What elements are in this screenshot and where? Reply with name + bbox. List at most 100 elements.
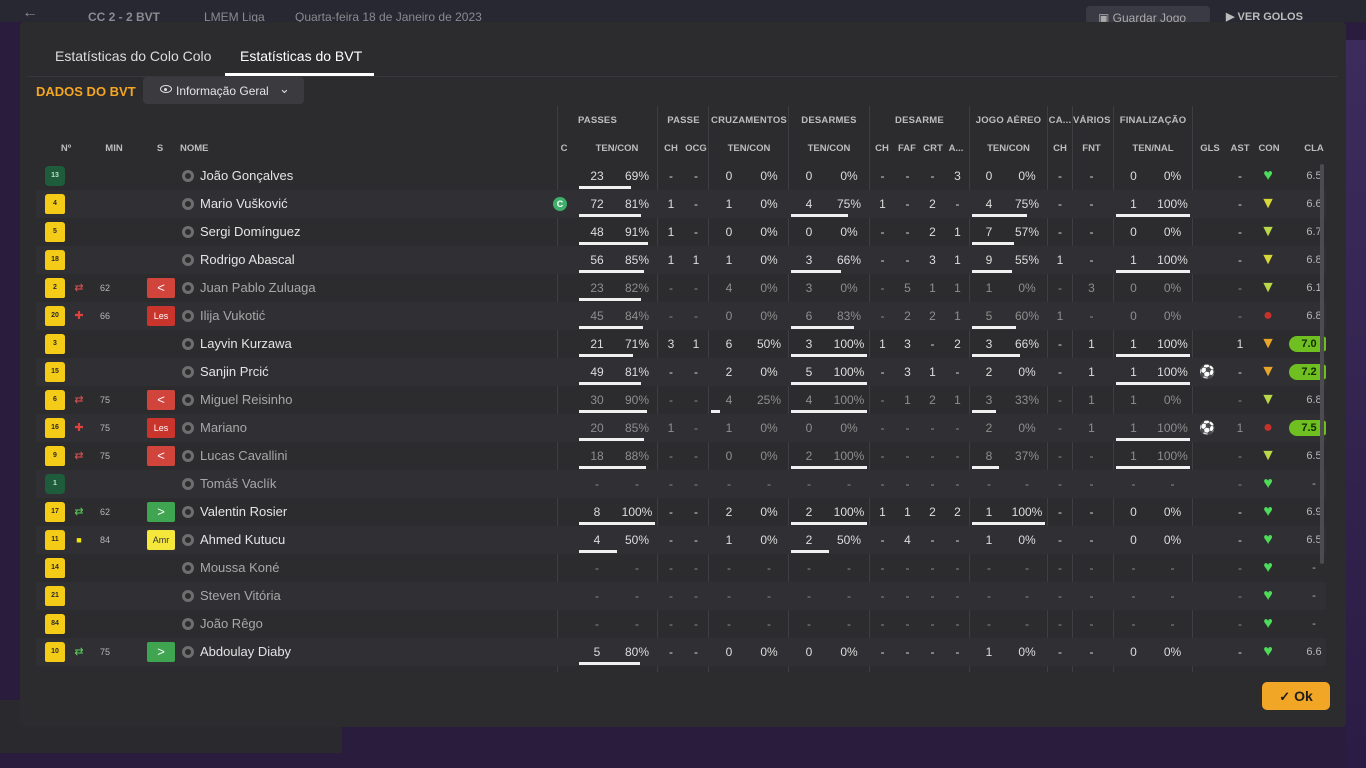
column-header[interactable]: CH	[658, 143, 684, 155]
table-row[interactable]: 4 Mario Vušković C 72 81% 1-1 0% 4 75% 1-2-4 75% - -…	[36, 190, 1326, 218]
column-header[interactable]: CLA	[1294, 143, 1326, 155]
player-name[interactable]: Sanjin Prcić	[200, 358, 540, 386]
column-header[interactable]: FNT	[1074, 143, 1109, 155]
stat-cell: 0	[725, 225, 733, 239]
player-profile-icon[interactable]	[182, 254, 194, 266]
table-row[interactable]: 13 João Gonçalves 23 69% - -0 0% 0 0% - - -3 0 0% - -0 0…	[36, 162, 1326, 190]
condition-icon: ▼	[1260, 251, 1276, 268]
player-profile-icon[interactable]	[182, 394, 194, 406]
player-name[interactable]: Abdoulay Diaby	[200, 638, 540, 666]
player-profile-icon[interactable]	[182, 478, 194, 490]
player-name[interactable]: Rodrigo Abascal	[200, 246, 540, 274]
table-row[interactable]: 3 Layvin Kurzawa 21 71% 3 1 6 50% 3 100% 1 3-2 3 66% -…	[36, 330, 1326, 358]
column-header[interactable]: CH	[1048, 143, 1072, 155]
player-profile-icon[interactable]	[182, 226, 194, 238]
stat-cell: 0%	[1018, 645, 1036, 659]
player-name[interactable]: Juan Pablo Zuluaga	[200, 274, 540, 302]
table-row[interactable]: 16 ✚ 75 Les Mariano 20 85% 1-1 0% 0 0% - - - -2 0% -1 1 10…	[36, 414, 1326, 442]
stat-cell: -	[955, 365, 960, 379]
stat-cell: -	[1058, 589, 1062, 603]
column-header[interactable]: NOME	[180, 143, 280, 155]
column-header[interactable]: CRT	[920, 143, 946, 155]
table-row[interactable]: 21 Steven Vitória - - - - - - - - - - - - - - - - - - - ♥ -	[36, 582, 1326, 610]
player-profile-icon[interactable]	[182, 366, 194, 378]
player-name[interactable]: Steven Vitória	[200, 582, 540, 610]
player-profile-icon[interactable]	[182, 282, 194, 294]
column-header[interactable]: Nº	[46, 143, 86, 155]
player-profile-icon[interactable]	[182, 590, 194, 602]
player-profile-icon[interactable]	[182, 338, 194, 350]
stat-cell: -	[669, 449, 673, 463]
table-row[interactable]: 14 Moussa Koné - - - - - - - - - - - - - - - - - - - ♥ -	[36, 554, 1326, 582]
player-name[interactable]: Ilija Vukotić	[200, 302, 540, 330]
column-header[interactable]: OCG	[683, 143, 709, 155]
table-row[interactable]: 15 Sanjin Prcić 49 81% - -2 0% 5 100% -3 1-2 0% -1 1 1…	[36, 358, 1326, 386]
player-profile-icon[interactable]	[182, 450, 194, 462]
player-profile-icon[interactable]	[182, 534, 194, 546]
player-name[interactable]: Tomáš Vaclík	[200, 470, 540, 498]
player-name[interactable]: Ahmed Kutucu	[200, 526, 540, 554]
player-name[interactable]: Mario Vušković	[200, 190, 540, 218]
column-header[interactable]: CON	[1254, 143, 1284, 155]
player-name[interactable]: Moussa Koné	[200, 554, 540, 582]
table-row[interactable]: 17 ⇄ 62 > Valentin Rosier 8 100% - -2 0% 2 100% 1 1 2 2…	[36, 498, 1326, 526]
view-select-dropdown[interactable]: Informação Geral ⌄	[143, 77, 304, 104]
column-header[interactable]: TEN/CON	[709, 143, 789, 155]
stat-cell: 50%	[756, 337, 782, 351]
column-header[interactable]: CH	[871, 143, 893, 155]
player-name[interactable]: João Gonçalves	[200, 162, 540, 190]
column-header[interactable]: A...	[945, 143, 967, 155]
stat-cell: 0%	[760, 309, 778, 323]
player-profile-icon[interactable]	[182, 198, 194, 210]
player-name[interactable]: Mariano	[200, 414, 540, 442]
tab-bvt-stats[interactable]: Estatísticas do BVT	[240, 48, 362, 64]
table-row[interactable]: 20 ✚ 66 Les Ilija Vukotić 45 84% - -0 0% 6 83% -2 2 1 5…	[36, 302, 1326, 330]
table-scrollbar[interactable]	[1320, 164, 1324, 564]
table-row[interactable]: 9 ⇄ 75 < Lucas Cavallini 18 88% - -0 0% 2 100% - - - -8…	[36, 442, 1326, 470]
player-profile-icon[interactable]	[182, 310, 194, 322]
stat-cell: -	[1238, 169, 1242, 183]
stat-cell: -	[635, 477, 639, 491]
player-name[interactable]: Layvin Kurzawa	[200, 330, 540, 358]
player-name[interactable]: Sergi Domínguez	[200, 218, 540, 246]
tab-colo-colo-stats[interactable]: Estatísticas do Colo Colo	[55, 48, 211, 64]
player-name[interactable]: Miguel Reisinho	[200, 386, 540, 414]
column-header[interactable]: TEN/CON	[577, 143, 657, 155]
table-row[interactable]: 11 ■ 84 Amr Ahmed Kutucu 4 50% - -1 0% 2 50% -4- -1 0%…	[36, 526, 1326, 554]
player-profile-icon[interactable]	[182, 170, 194, 182]
column-header[interactable]: TEN/CON	[789, 143, 869, 155]
player-profile-icon[interactable]	[182, 422, 194, 434]
player-name[interactable]: João Rêgo	[200, 610, 540, 638]
table-row[interactable]: 1 Tomáš Vaclík - - - - - - - - - - - - - - - - - - - ♥ -	[36, 470, 1326, 498]
table-row[interactable]: 84 João Rêgo - - - - - - - - - - - - - - - - - - - ♥ -	[36, 610, 1326, 638]
group-header: CRUZAMENTOS	[711, 115, 787, 126]
column-header[interactable]: FAF	[894, 143, 920, 155]
stat-cell: -	[880, 393, 885, 407]
table-row[interactable]: 5 Sergi Domínguez 48 91% 1-0 0% 0 0% - -2 1 7 57% - -0…	[36, 218, 1326, 246]
player-name[interactable]: Valentin Rosier	[200, 498, 540, 526]
ok-button[interactable]: ✓ Ok	[1262, 682, 1330, 710]
stat-cell: -	[1058, 169, 1062, 183]
column-header[interactable]: GLS	[1194, 143, 1226, 155]
column-header[interactable]: MIN	[94, 143, 134, 155]
column-header[interactable]: TEN/CON	[970, 143, 1047, 155]
table-row[interactable]: 6 ⇄ 75 < Miguel Reisinho 30 90% - -4 25% 4 100% -1 2 1…	[36, 386, 1326, 414]
stat-cell: 0%	[1163, 505, 1182, 519]
player-profile-icon[interactable]	[182, 506, 194, 518]
column-header[interactable]: AST	[1226, 143, 1254, 155]
column-header[interactable]: TEN/NAL	[1114, 143, 1192, 155]
table-row[interactable]: 18 Rodrigo Abascal 56 85% 1 1 1 0% 3 66% - -3 1 9 55% 1…	[36, 246, 1326, 274]
player-profile-icon[interactable]	[182, 562, 194, 574]
table-row[interactable]: 10 ⇄ 75 > Abdoulay Diaby 5 80% - -0 0% 0 0% - - - -1 0% -…	[36, 638, 1326, 666]
event-minute: 62	[99, 507, 110, 517]
player-name[interactable]: Lucas Cavallini	[200, 442, 540, 470]
table-row[interactable]: 2 ⇄ 62 < Juan Pablo Zuluaga 23 82% - -4 0% 3 0% -5 1 1…	[36, 274, 1326, 302]
condition-icon: ▼	[1260, 391, 1276, 408]
status-badge: Les	[147, 306, 175, 326]
group-header: DESARMES	[801, 115, 857, 126]
column-header[interactable]: C	[554, 143, 574, 155]
arrow-left-icon[interactable]: ←	[22, 4, 38, 22]
player-profile-icon[interactable]	[182, 618, 194, 630]
player-profile-icon[interactable]	[182, 646, 194, 658]
column-header[interactable]: S	[153, 143, 167, 155]
